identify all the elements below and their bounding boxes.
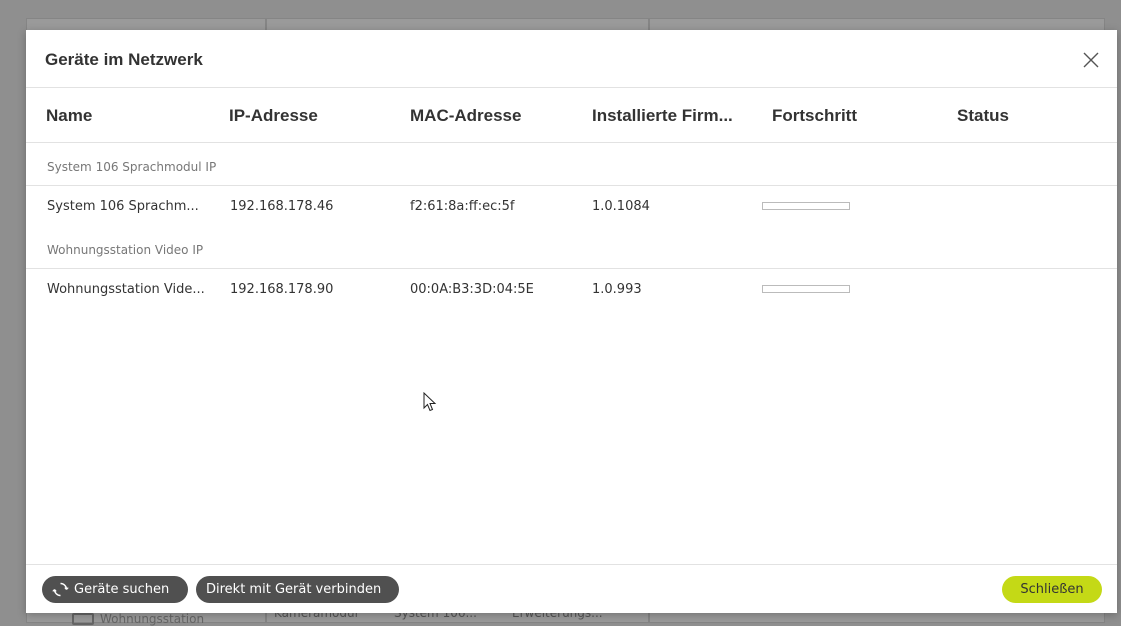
group-header: System 106 Sprachmodul IP [26, 143, 1117, 186]
close-button[interactable] [1079, 48, 1103, 72]
device-ip: 192.168.178.90 [230, 282, 334, 297]
device-ip: 192.168.178.46 [230, 199, 334, 214]
column-header-progress[interactable]: Fortschritt [772, 106, 857, 126]
device-firmware: 1.0.993 [592, 282, 642, 297]
dialog-title: Geräte im Netzwerk [45, 50, 203, 69]
column-header-name[interactable]: Name [46, 106, 92, 126]
background-left-label: Wohnungsstation [100, 612, 205, 626]
network-devices-dialog: Geräte im Netzwerk Name IP-Adresse MAC-A… [26, 30, 1117, 613]
group-label: System 106 Sprachmodul IP [47, 160, 217, 174]
mouse-cursor-icon [423, 392, 437, 412]
table-header: Name IP-Adresse MAC-Adresse Installierte… [26, 87, 1117, 143]
refresh-icon [52, 582, 69, 597]
column-header-ip[interactable]: IP-Adresse [229, 106, 318, 126]
device-firmware: 1.0.1084 [592, 199, 650, 214]
column-header-firmware[interactable]: Installierte Firm... [592, 106, 733, 126]
device-mac: f2:61:8a:ff:ec:5f [410, 199, 515, 214]
close-dialog-button[interactable]: Schließen [1002, 576, 1102, 603]
table-row[interactable]: System 106 Sprachm... 192.168.178.46 f2:… [26, 186, 1117, 228]
table-row[interactable]: Wohnungsstation Vide... 192.168.178.90 0… [26, 269, 1117, 311]
dialog-header: Geräte im Netzwerk [26, 30, 1117, 88]
group-label: Wohnungsstation Video IP [47, 243, 204, 257]
group-header: Wohnungsstation Video IP [26, 226, 1117, 269]
device-name: Wohnungsstation Vide... [47, 282, 205, 297]
search-devices-button[interactable]: Geräte suchen [42, 576, 188, 603]
progress-bar [762, 285, 850, 293]
monitor-icon [72, 613, 94, 625]
connect-directly-button[interactable]: Direkt mit Gerät verbinden [196, 576, 399, 603]
close-icon [1083, 52, 1099, 68]
column-header-status[interactable]: Status [957, 106, 1009, 126]
device-name: System 106 Sprachm... [47, 199, 199, 214]
dialog-footer: Geräte suchen Direkt mit Gerät verbinden… [26, 564, 1117, 614]
column-header-mac[interactable]: MAC-Adresse [410, 106, 521, 126]
search-devices-label: Geräte suchen [74, 582, 170, 597]
device-mac: 00:0A:B3:3D:04:5E [410, 282, 534, 297]
progress-bar [762, 202, 850, 210]
